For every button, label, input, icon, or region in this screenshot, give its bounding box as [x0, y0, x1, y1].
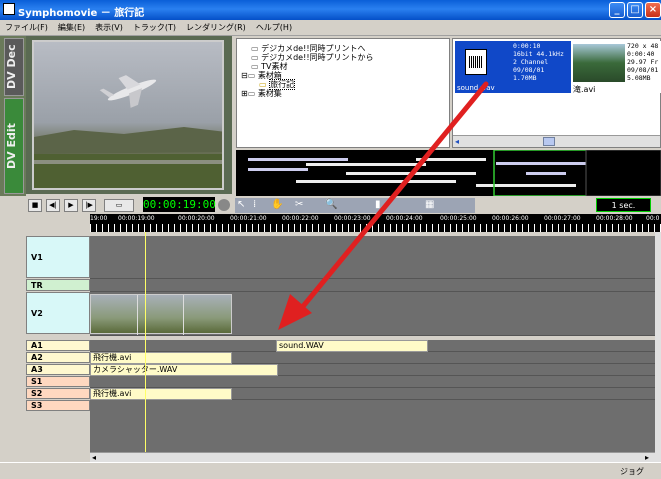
status-bar: ジョグ — [0, 462, 661, 479]
drag-arrow — [278, 81, 489, 330]
status-mode: ジョグ — [620, 467, 644, 476]
